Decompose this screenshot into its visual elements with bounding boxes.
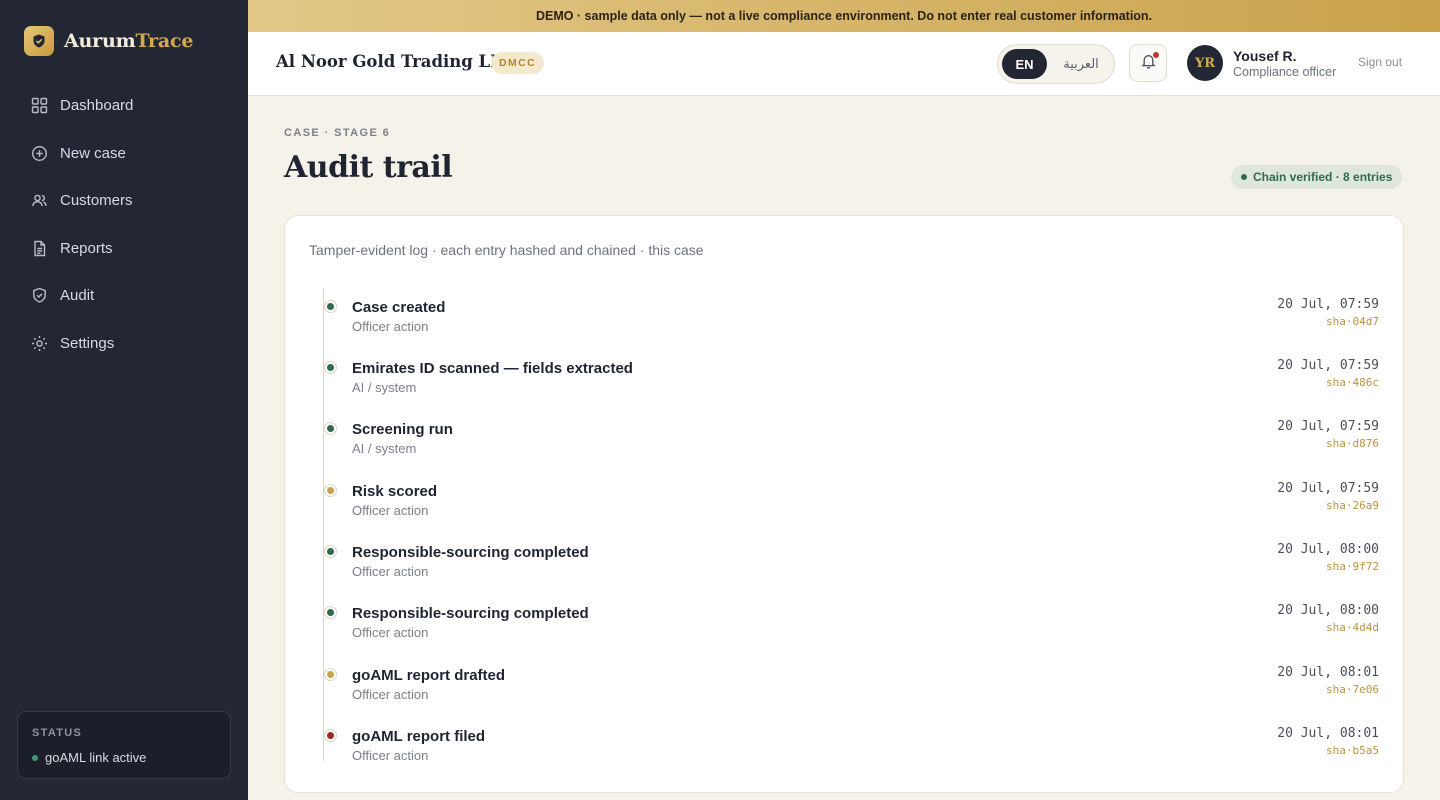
company-name: Al Noor Gold Trading LLC xyxy=(276,52,515,71)
status-text: goAML link active xyxy=(45,750,147,765)
gear-icon xyxy=(30,334,48,352)
entry-actor: AI / system xyxy=(352,380,417,395)
status-dot-icon xyxy=(325,607,336,618)
demo-banner: DEMO · sample data only — not a live com… xyxy=(248,0,1440,32)
audit-log-subtitle: Tamper-evident log · each entry hashed a… xyxy=(309,242,704,258)
entry-actor: Officer action xyxy=(352,748,429,763)
audit-entry[interactable]: Responsible-sourcing completed Officer a… xyxy=(285,542,1403,603)
plus-circle-icon xyxy=(30,144,48,162)
company-jurisdiction-badge: DMCC xyxy=(491,52,545,74)
notifications-button[interactable] xyxy=(1129,44,1167,82)
entry-timestamp: 20 Jul, 07:59 xyxy=(1277,419,1379,434)
status-dot-icon xyxy=(325,301,336,312)
status-dot-icon xyxy=(325,423,336,434)
breadcrumb: CASE · STAGE 6 xyxy=(284,127,391,139)
sidebar-item-dashboard[interactable]: Dashboard xyxy=(16,82,232,130)
status-dot-icon xyxy=(32,754,38,761)
sidebar-item-reports[interactable]: Reports xyxy=(16,225,232,273)
sidebar-item-settings[interactable]: Settings xyxy=(16,320,232,368)
entry-hash: sha·04d7 xyxy=(1326,315,1379,328)
grid-icon xyxy=(30,97,48,115)
sidebar-item-audit[interactable]: Audit xyxy=(16,272,232,320)
entry-timestamp: 20 Jul, 08:01 xyxy=(1277,665,1379,680)
sidebar-item-label: Settings xyxy=(60,334,115,352)
avatar[interactable]: YR xyxy=(1187,45,1223,81)
status-dot-icon xyxy=(325,485,336,496)
audit-entry[interactable]: Emirates ID scanned — fields extracted A… xyxy=(285,358,1403,419)
language-toggle: EN العربية xyxy=(997,44,1115,84)
entry-hash: sha·4d4d xyxy=(1326,621,1379,634)
entry-timestamp: 20 Jul, 08:00 xyxy=(1277,603,1379,618)
status-panel: STATUS goAML link active xyxy=(17,711,231,779)
audit-log-card: Tamper-evident log · each entry hashed a… xyxy=(284,215,1404,793)
entry-actor: Officer action xyxy=(352,319,429,334)
status-dot-icon xyxy=(325,362,336,373)
language-ar-button[interactable]: العربية xyxy=(1053,49,1109,79)
status-dot-icon xyxy=(325,730,336,741)
audit-entry[interactable]: goAML report drafted Officer action 20 J… xyxy=(285,665,1403,726)
entry-title: Responsible-sourcing completed xyxy=(352,544,589,561)
entry-actor: Officer action xyxy=(352,503,429,518)
brand-name-part1: Aurum xyxy=(64,30,136,52)
entry-hash: sha·486c xyxy=(1326,376,1379,389)
top-header: Al Noor Gold Trading LLC DMCC EN العربية… xyxy=(248,32,1440,96)
entry-timestamp: 20 Jul, 07:59 xyxy=(1277,358,1379,373)
entry-hash: sha·26a9 xyxy=(1326,499,1379,512)
entry-actor: AI / system xyxy=(352,441,417,456)
status-title: STATUS xyxy=(32,727,83,739)
sidebar-item-label: Reports xyxy=(60,239,113,257)
document-icon xyxy=(30,239,48,257)
entry-actor: Officer action xyxy=(352,687,429,702)
entry-timestamp: 20 Jul, 07:59 xyxy=(1277,297,1379,312)
brand-name: AurumTrace xyxy=(64,30,193,52)
sidebar: AurumTrace Dashboard New case Customers … xyxy=(0,0,248,800)
sidebar-item-customers[interactable]: Customers xyxy=(16,177,232,225)
audit-entry[interactable]: Screening run AI / system 20 Jul, 07:59 … xyxy=(285,419,1403,480)
demo-banner-text: DEMO · sample data only — not a live com… xyxy=(535,9,1153,23)
entry-title: Case created xyxy=(352,299,446,316)
shield-logo-icon xyxy=(24,26,54,56)
entry-hash: sha·9f72 xyxy=(1326,560,1379,573)
entry-title: goAML report filed xyxy=(352,728,486,745)
status-dot-icon xyxy=(325,669,336,680)
shield-check-icon xyxy=(30,287,48,305)
verified-dot-icon xyxy=(1241,174,1247,180)
entry-title: Responsible-sourcing completed xyxy=(352,605,589,622)
entry-actor: Officer action xyxy=(352,564,429,579)
sign-out-link[interactable]: Sign out xyxy=(1358,55,1402,69)
brand[interactable]: AurumTrace xyxy=(24,26,193,56)
notification-dot-icon xyxy=(1153,52,1159,58)
entry-timestamp: 20 Jul, 08:01 xyxy=(1277,726,1379,741)
sidebar-item-label: Audit xyxy=(60,287,95,305)
entry-timestamp: 20 Jul, 08:00 xyxy=(1277,542,1379,557)
language-en-button[interactable]: EN xyxy=(1002,49,1047,79)
users-icon xyxy=(30,192,48,210)
user-role: Compliance officer xyxy=(1233,65,1337,79)
entry-title: Screening run xyxy=(352,421,453,438)
audit-entry[interactable]: goAML report filed Officer action 20 Jul… xyxy=(285,726,1403,787)
audit-entry[interactable]: Case created Officer action 20 Jul, 07:5… xyxy=(285,297,1403,358)
audit-entry[interactable]: Responsible-sourcing completed Officer a… xyxy=(285,603,1403,664)
sidebar-nav: Dashboard New case Customers Reports Aud… xyxy=(16,82,232,367)
entry-timestamp: 20 Jul, 07:59 xyxy=(1277,481,1379,496)
entry-title: goAML report drafted xyxy=(352,667,506,684)
entry-title: Emirates ID scanned — fields extracted xyxy=(352,360,633,377)
entry-hash: sha·d876 xyxy=(1326,437,1379,450)
sidebar-item-new-case[interactable]: New case xyxy=(16,130,232,178)
sidebar-item-label: Customers xyxy=(60,192,133,210)
user-name: Yousef R. xyxy=(1233,48,1297,64)
page-title: Audit trail xyxy=(284,150,453,185)
sidebar-item-label: Dashboard xyxy=(60,97,134,115)
status-line: goAML link active xyxy=(32,750,146,765)
status-dot-icon xyxy=(325,546,336,557)
sidebar-item-label: New case xyxy=(60,144,126,162)
entry-hash: sha·7e06 xyxy=(1326,683,1379,696)
entry-title: Risk scored xyxy=(352,483,438,500)
audit-entry[interactable]: Risk scored Officer action 20 Jul, 07:59… xyxy=(285,481,1403,542)
entry-actor: Officer action xyxy=(352,625,429,640)
entry-hash: sha·b5a5 xyxy=(1326,744,1379,757)
brand-name-part2: Trace xyxy=(135,30,194,52)
chain-verified-badge: Chain verified · 8 entries xyxy=(1231,165,1403,189)
chain-verified-text: Chain verified · 8 entries xyxy=(1253,170,1393,184)
